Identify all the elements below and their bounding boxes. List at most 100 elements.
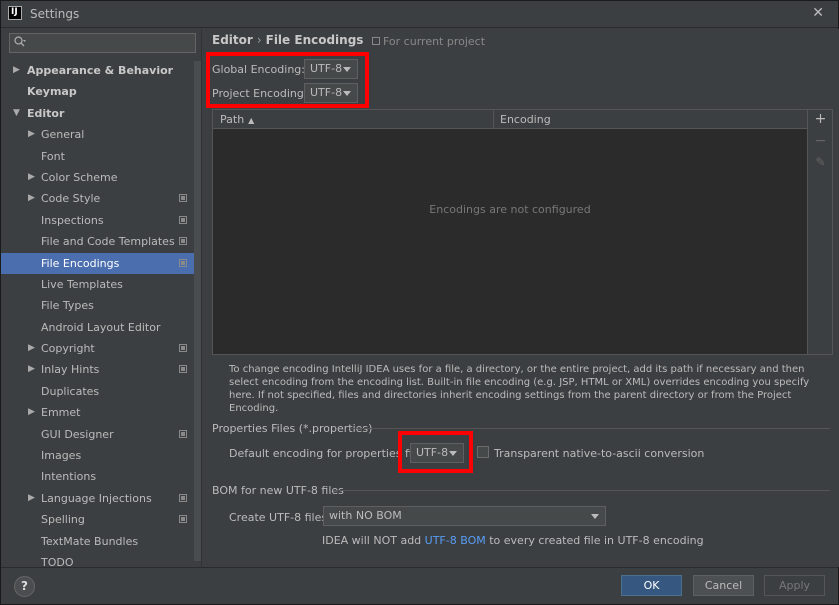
sidebar-item-code-style[interactable]: ▶ Code Style [1, 188, 194, 209]
sidebar-item-label: Copyright [41, 342, 95, 356]
collapsed-arrow-icon[interactable]: ▶ [28, 124, 35, 145]
collapsed-arrow-icon[interactable]: ▶ [28, 188, 35, 209]
sidebar-item-file-types[interactable]: File Types [1, 295, 194, 316]
sidebar-item-emmet[interactable]: ▶ Emmet [1, 402, 194, 423]
sidebar-item-editor[interactable]: ▼ Editor [1, 103, 194, 124]
sidebar-scrollbar[interactable] [194, 61, 201, 561]
app-icon-text: IJ [11, 7, 18, 17]
sidebar-item-label: Inlay Hints [41, 363, 100, 377]
cancel-button[interactable]: Cancel [693, 575, 754, 596]
highlight-box-encodings [206, 52, 369, 108]
utf8-bom-link[interactable]: UTF-8 BOM [425, 534, 486, 547]
native-to-ascii-label[interactable]: Transparent native-to-ascii conversion [494, 447, 704, 460]
column-header-encoding[interactable]: Encoding [500, 113, 551, 126]
search-icon [13, 35, 27, 52]
sidebar-item-duplicates[interactable]: Duplicates [1, 381, 194, 402]
sidebar-item-general[interactable]: ▶ General [1, 124, 194, 145]
chevron-down-icon [591, 514, 599, 519]
sidebar-item-label: File Types [41, 299, 94, 313]
sidebar-item-intentions[interactable]: Intentions [1, 466, 194, 487]
sidebar-item-label: Android Layout Editor [41, 320, 161, 334]
highlight-box-properties [398, 431, 473, 473]
sidebar-item-file-and-code-templates[interactable]: File and Code Templates [1, 231, 194, 252]
sidebar-item-inlay-hints[interactable]: ▶ Inlay Hints [1, 359, 194, 380]
sidebar-item-label: Spelling [41, 513, 85, 527]
window-title: Settings [30, 7, 80, 21]
sidebar-item-gui-designer[interactable]: GUI Designer [1, 424, 194, 445]
sidebar-item-android-layout-editor[interactable]: Android Layout Editor [1, 317, 194, 338]
title-bar: IJ Settings ✕ [1, 1, 838, 28]
encoding-help-text: To change encoding IntelliJ IDEA uses fo… [229, 364, 810, 414]
dialog-button-bar: ? OK Cancel Apply [1, 567, 838, 604]
sidebar-item-color-scheme[interactable]: ▶ Color Scheme [1, 167, 194, 188]
sidebar-item-file-encodings[interactable]: File Encodings [1, 252, 194, 274]
breadcrumb-file-encodings: File Encodings [265, 33, 364, 47]
collapsed-arrow-icon[interactable]: ▶ [28, 488, 35, 509]
project-scope-icon [179, 493, 187, 502]
settings-search-input[interactable] [9, 33, 196, 53]
column-path-label: Path [220, 113, 245, 126]
sidebar-item-label: Emmet [41, 406, 81, 420]
sidebar-item-label: File and Code Templates [41, 235, 175, 249]
bom-info-text: IDEA will NOT add UTF-8 BOM to every cre… [322, 534, 704, 547]
expanded-arrow-icon[interactable]: ▼ [13, 103, 20, 124]
sidebar-item-label: Images [41, 449, 82, 463]
close-icon[interactable]: ✕ [812, 5, 824, 21]
sidebar-item-label: Intentions [41, 470, 97, 484]
create-utf8-files-label: Create UTF-8 files: [229, 511, 331, 524]
sidebar-item-language-injections[interactable]: ▶ Language Injections [1, 488, 194, 509]
edit-icon[interactable]: ✎ [808, 155, 833, 169]
sidebar-item-appearance-behavior[interactable]: ▶ Appearance & Behavior [1, 60, 194, 81]
table-empty-text: Encodings are not configured [429, 203, 591, 216]
bom-section-divider [333, 490, 830, 491]
breadcrumb: Editor › File Encodings [212, 33, 363, 47]
collapsed-arrow-icon[interactable]: ▶ [28, 359, 35, 380]
settings-sidebar: ▶ Appearance & Behavior Keymap ▼ Editor ▶ Gene… [1, 29, 202, 569]
sidebar-item-label: Inspections [41, 213, 104, 227]
sidebar-item-keymap[interactable]: Keymap [1, 81, 194, 102]
sidebar-item-copyright[interactable]: ▶ Copyright [1, 338, 194, 359]
bom-mode-dropdown[interactable]: with NO BOM [323, 506, 606, 526]
sort-ascending-icon: ▲ [248, 116, 255, 125]
project-scope-icon [179, 515, 187, 524]
sidebar-item-spelling[interactable]: Spelling [1, 509, 194, 530]
apply-button[interactable]: Apply [764, 575, 825, 596]
project-scope-icon [179, 365, 187, 374]
project-scope-icon [179, 344, 187, 353]
sidebar-item-images[interactable]: Images [1, 445, 194, 466]
sidebar-item-label: Code Style [41, 192, 101, 206]
sidebar-item-label: Editor [27, 106, 65, 120]
properties-section-divider [350, 428, 830, 429]
sidebar-item-label: Font [41, 149, 65, 163]
collapsed-arrow-icon[interactable]: ▶ [28, 402, 35, 423]
sidebar-item-inspections[interactable]: Inspections [1, 210, 194, 231]
for-project-label: For current project [383, 35, 486, 48]
column-divider[interactable] [493, 110, 494, 129]
sidebar-item-label: Live Templates [41, 277, 123, 291]
settings-tree: ▶ Appearance & Behavior Keymap ▼ Editor ▶ Gene… [1, 60, 194, 573]
sidebar-item-label: Keymap [27, 85, 77, 99]
breadcrumb-editor[interactable]: Editor [212, 33, 253, 47]
sidebar-item-live-templates[interactable]: Live Templates [1, 274, 194, 295]
collapsed-arrow-icon[interactable]: ▶ [13, 60, 20, 81]
collapsed-arrow-icon[interactable]: ▶ [28, 167, 35, 188]
sidebar-item-textmate-bundles[interactable]: TextMate Bundles [1, 531, 194, 552]
project-scope-icon [179, 194, 187, 203]
native-to-ascii-checkbox[interactable] [477, 446, 489, 458]
properties-section-title: Properties Files (*.properties) [212, 422, 373, 435]
sidebar-item-label: Color Scheme [41, 170, 118, 184]
sidebar-item-label: Appearance & Behavior [27, 64, 174, 77]
ok-button[interactable]: OK [621, 575, 682, 596]
sidebar-item-label: Duplicates [41, 384, 100, 398]
encodings-table[interactable]: Path ▲ Encoding Encodings are not configu… [212, 109, 808, 355]
collapsed-arrow-icon[interactable]: ▶ [28, 338, 35, 359]
table-toolbar: + − ✎ [808, 109, 833, 355]
help-icon[interactable]: ? [14, 576, 35, 597]
bom-mode-value: with NO BOM [329, 509, 402, 522]
intellij-app-icon: IJ [8, 6, 22, 20]
settings-dialog: IJ Settings ✕ ▶ Appearance & Behavior Keym… [0, 0, 839, 605]
remove-icon[interactable]: − [808, 133, 833, 149]
column-header-path[interactable]: Path ▲ [220, 113, 254, 126]
sidebar-item-font[interactable]: Font [1, 146, 194, 167]
add-icon[interactable]: + [808, 111, 833, 127]
